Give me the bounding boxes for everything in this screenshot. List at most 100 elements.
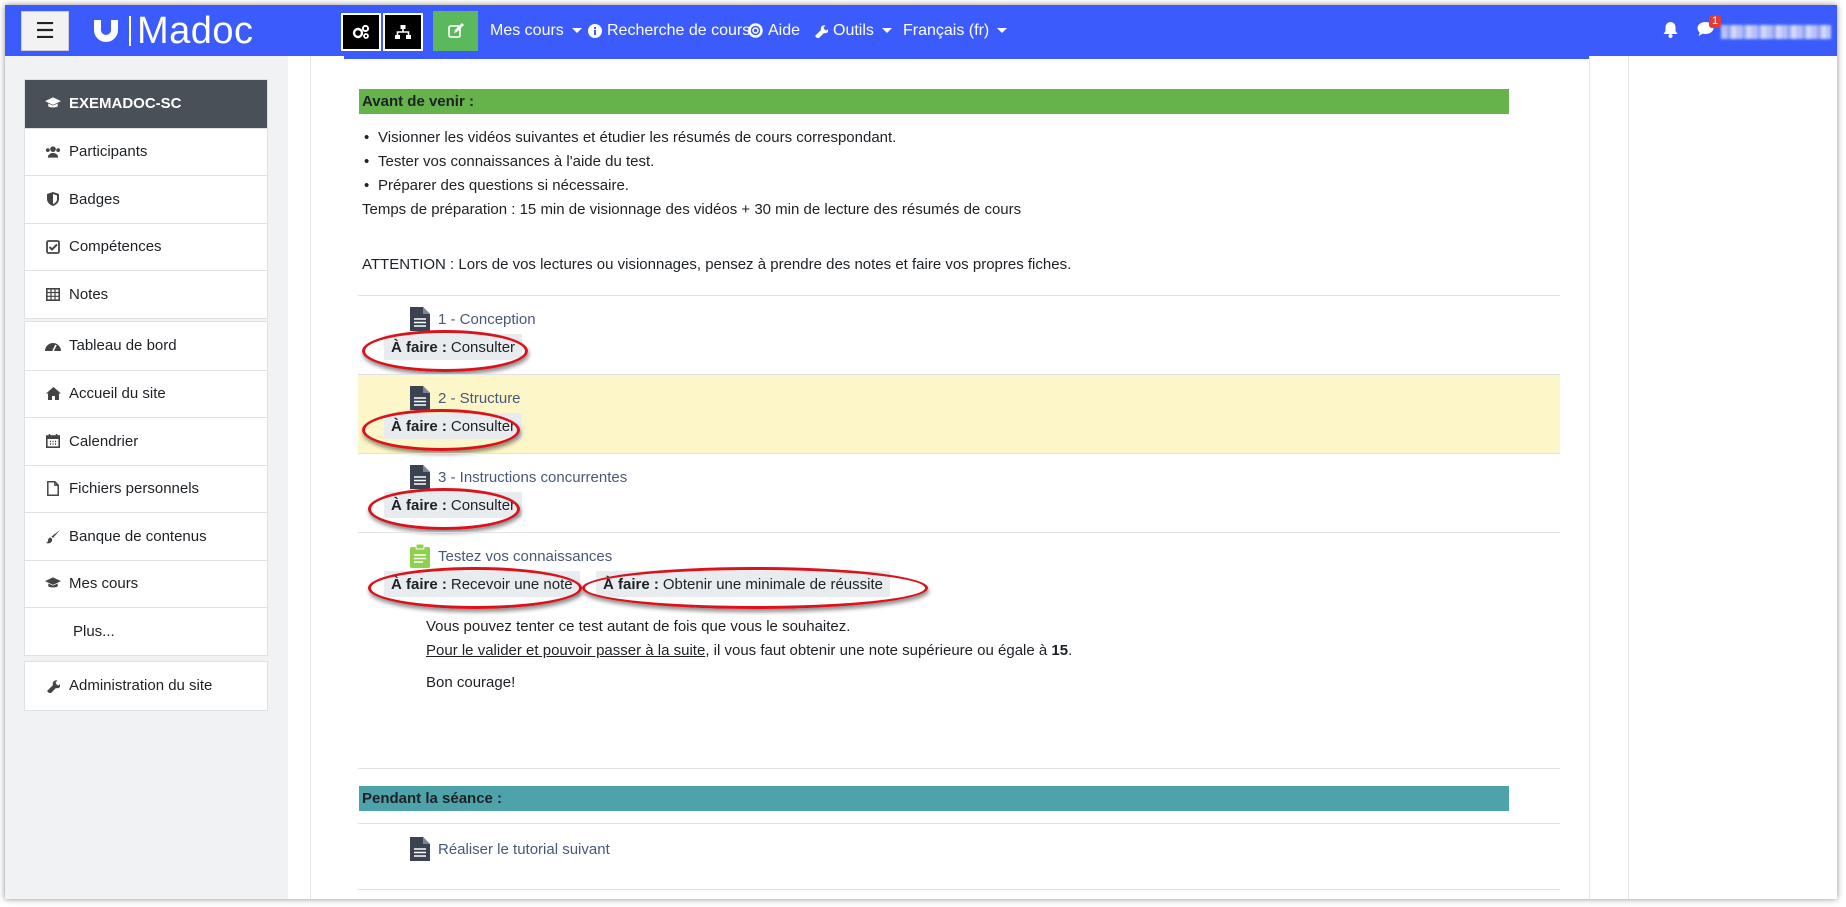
list-item: Visionner les vidéos suivantes et étudie… xyxy=(364,126,1542,150)
todo-label: À faire : xyxy=(391,417,447,435)
site-logo[interactable]: Madoc xyxy=(91,9,254,52)
completion-requirement: À faire : Recevoir une note xyxy=(384,571,580,597)
info-icon xyxy=(588,23,602,38)
check-square-icon xyxy=(45,239,61,254)
sidebar-item-course-home[interactable]: EXEMADOC-SC xyxy=(25,80,267,128)
sidebar-item-label: Compétences xyxy=(69,238,162,256)
sitemap-icon xyxy=(395,25,411,39)
activity-link[interactable]: Testez vos connaissances xyxy=(410,543,612,569)
activity-link[interactable]: 1 - Conception xyxy=(410,306,536,332)
todo-label: À faire : xyxy=(391,575,447,593)
todo-value: Recevoir une note xyxy=(450,575,573,593)
activity-link[interactable]: 2 - Structure xyxy=(410,385,521,411)
chevron-down-icon xyxy=(997,28,1008,33)
madoc-logo-icon xyxy=(91,16,121,46)
notification-count-badge: 1 xyxy=(1709,15,1722,28)
sidebar-item-more[interactable]: Plus... xyxy=(25,607,267,655)
chevron-down-icon xyxy=(571,28,582,33)
sidebar-item-label: Plus... xyxy=(73,622,115,640)
menu-my-courses-label: Mes cours xyxy=(490,21,564,39)
activity-link[interactable]: 3 - Instructions concurrentes xyxy=(410,464,627,490)
sidebar-item-site-home[interactable]: Accueil du site xyxy=(25,369,267,418)
sidebar-item-participants[interactable]: Participants xyxy=(25,127,267,176)
menu-my-courses[interactable]: Mes cours xyxy=(490,5,582,56)
todo-value: Obtenir une minimale de réussite xyxy=(662,575,883,593)
hamburger-icon: ☰ xyxy=(35,18,55,43)
instructions-list: Visionner les vidéos suivantes et étudie… xyxy=(362,126,1542,198)
shield-icon xyxy=(45,192,61,207)
nav-drawer: EXEMADOC-SC Participants Badges Compéten… xyxy=(5,56,288,899)
section-summary: Visionner les vidéos suivantes et étudie… xyxy=(362,126,1542,222)
activity-name: 1 - Conception xyxy=(438,310,536,328)
sidebar-item-label: Notes xyxy=(69,285,109,303)
bell-icon[interactable] xyxy=(1663,21,1678,43)
menu-language[interactable]: Français (fr) xyxy=(903,5,1008,56)
activity-structure: 2 - Structure À faire : Consulter xyxy=(358,375,1560,453)
completion-requirement: À faire : Consulter xyxy=(384,334,523,360)
life-ring-icon xyxy=(748,23,763,38)
tachometer-icon xyxy=(45,340,61,352)
activity-name: 3 - Instructions concurrentes xyxy=(438,468,628,486)
edit-mode-button[interactable] xyxy=(433,11,478,51)
sidebar-item-badges[interactable]: Badges xyxy=(25,175,267,223)
sidebar-item-content-bank[interactable]: Banque de contenus xyxy=(25,512,267,560)
sidebar-item-private-files[interactable]: Fichiers personnels xyxy=(25,464,267,513)
sidebar-item-label: Banque de contenus xyxy=(69,527,207,545)
quiz-min-score: 15 xyxy=(1051,642,1069,659)
top-navbar: ☰ Madoc Mes cours Recherche de cours Aid… xyxy=(5,5,1837,56)
brand-name: Madoc xyxy=(137,9,254,52)
user-menu[interactable] xyxy=(1721,25,1831,39)
sidebar-item-grades[interactable]: Notes xyxy=(25,270,267,318)
section-top-strip xyxy=(344,56,1589,59)
admin-settings-button[interactable] xyxy=(341,13,381,51)
chevron-down-icon xyxy=(881,28,892,33)
list-item: Tester vos connaissances à l'aide du tes… xyxy=(364,150,1542,174)
wrench-icon xyxy=(814,24,828,38)
page-content: Avant de venir : Visionner les vidéos su… xyxy=(288,56,1837,899)
todo-value: Consulter xyxy=(450,496,516,514)
todo-label: À faire : xyxy=(391,496,447,514)
users-icon xyxy=(45,145,61,158)
quiz-emphasis: Pour le valider et pouvoir passer à la s… xyxy=(426,642,706,659)
activity-name: Testez vos connaissances xyxy=(438,547,613,565)
file-text-icon xyxy=(410,307,430,331)
course-structure-button[interactable] xyxy=(383,13,423,51)
course-section: Avant de venir : Visionner les vidéos su… xyxy=(344,56,1589,899)
completion-requirement: À faire : Consulter xyxy=(384,492,523,518)
quiz-line: Pour le valider et pouvoir passer à la s… xyxy=(426,642,1073,659)
sidebar-item-calendar[interactable]: Calendrier xyxy=(25,417,267,465)
activity-link[interactable]: Réaliser le tutorial suivant xyxy=(410,836,610,862)
sidebar-item-site-admin[interactable]: Administration du site xyxy=(25,662,267,710)
gears-icon xyxy=(352,24,370,39)
todo-value: Consulter xyxy=(450,338,516,356)
menu-course-search[interactable]: Recherche de cours xyxy=(588,5,750,56)
sidebar-item-my-courses[interactable]: Mes cours xyxy=(25,559,267,608)
column-divider xyxy=(1628,56,1629,899)
drawer-toggle-button[interactable]: ☰ xyxy=(21,11,69,51)
list-item: Préparer des questions si nécessaire. xyxy=(364,174,1542,198)
file-text-icon xyxy=(410,465,430,489)
todo-label: À faire : xyxy=(391,338,447,356)
menu-help[interactable]: Aide xyxy=(748,5,800,56)
file-icon xyxy=(45,481,61,497)
menu-help-label: Aide xyxy=(768,21,801,39)
column-divider xyxy=(1589,56,1590,899)
logo-divider xyxy=(129,16,131,46)
quiz-line: Vous pouvez tenter ce test autant de foi… xyxy=(426,618,851,635)
activity-conception: 1 - Conception À faire : Consulter xyxy=(358,296,1560,374)
menu-tools[interactable]: Outils xyxy=(814,5,892,56)
calendar-icon xyxy=(45,434,61,449)
table-icon xyxy=(45,287,61,301)
menu-course-search-label: Recherche de cours xyxy=(607,21,751,39)
menu-language-label: Français (fr) xyxy=(903,21,990,39)
app-window: ☰ Madoc Mes cours Recherche de cours Aid… xyxy=(5,5,1837,899)
activity-tutorial: Réaliser le tutorial suivant xyxy=(358,824,1560,884)
completion-requirement: À faire : Obtenir une minimale de réussi… xyxy=(596,571,890,597)
sidebar-item-dashboard[interactable]: Tableau de bord xyxy=(25,322,267,370)
quiz-icon xyxy=(410,544,430,568)
site-nav-group: Tableau de bord Accueil du site Calendri… xyxy=(24,321,268,656)
prep-time-text: Temps de préparation : 15 min de visionn… xyxy=(362,201,1022,218)
quiz-description: Vous pouvez tenter ce test autant de foi… xyxy=(426,615,1072,695)
todo-value: Consulter xyxy=(450,417,516,435)
sidebar-item-competencies[interactable]: Compétences xyxy=(25,222,267,271)
